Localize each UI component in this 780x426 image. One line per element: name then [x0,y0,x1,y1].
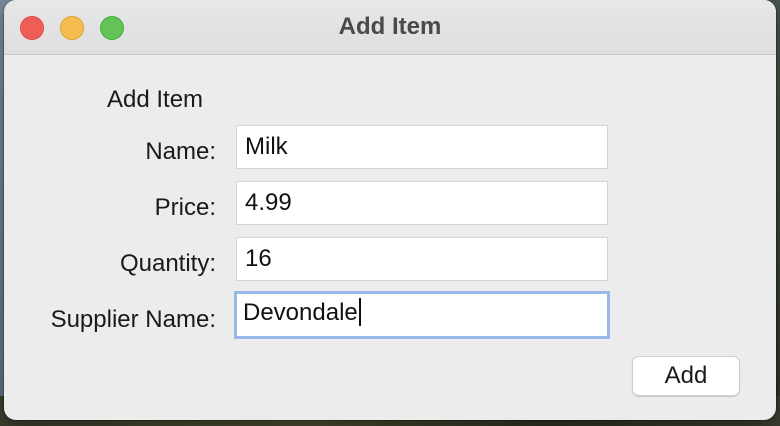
text-cursor [358,297,361,326]
supplier-name-input-value: Devondale [243,299,358,326]
quantity-label: Quantity: [119,250,216,277]
price-label: Price: [154,194,216,221]
quantity-input-value: 16 [245,245,272,272]
form-heading: Add Item [107,86,204,113]
add-button[interactable]: Add [632,356,740,396]
zoom-window-button[interactable] [100,16,124,40]
close-window-button[interactable] [20,16,44,40]
price-input[interactable]: 4.99 [236,181,608,225]
quantity-input[interactable]: 16 [236,237,608,281]
title-bar[interactable]: Add Item [4,0,776,55]
supplier-name-input[interactable]: Devondale [234,291,610,339]
name-label: Name: [145,138,216,165]
price-input-value: 4.99 [245,189,292,216]
name-input-value: Milk [245,133,288,160]
name-input[interactable]: Milk [236,125,608,169]
minimize-window-button[interactable] [60,16,84,40]
supplier-name-label: Supplier Name: [50,306,216,333]
add-item-window: Add Item Add Item Name: Milk Price: 4.99… [4,0,776,420]
